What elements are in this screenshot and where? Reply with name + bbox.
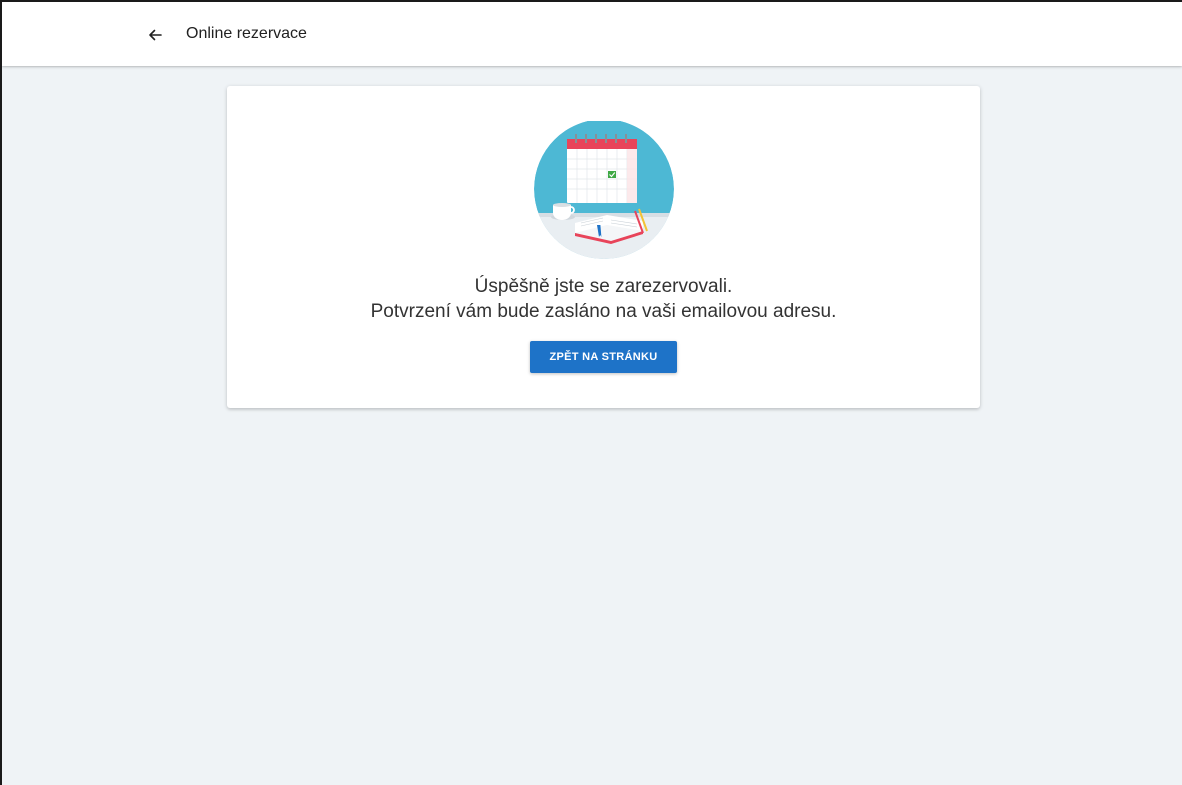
arrow-left-icon xyxy=(149,29,162,41)
confirmation-email-message: Potvrzení vám bude zasláno na vaši email… xyxy=(370,301,837,322)
calendar-booking-illustration xyxy=(534,121,674,259)
page-title: Online rezervace xyxy=(186,25,307,42)
back-to-page-button[interactable]: ZPĚT NA STRÁNKU xyxy=(530,341,677,373)
confirmation-card: Úspěšně jste se zarezervovali. Potvrzení… xyxy=(227,86,980,408)
app-bar: Online rezervace xyxy=(2,2,1182,66)
app-window: Online rezervace Úspěšně jste se zarezer… xyxy=(0,0,1182,785)
success-message: Úspěšně jste se zarezervovali. xyxy=(474,276,733,297)
back-button[interactable] xyxy=(142,22,168,48)
